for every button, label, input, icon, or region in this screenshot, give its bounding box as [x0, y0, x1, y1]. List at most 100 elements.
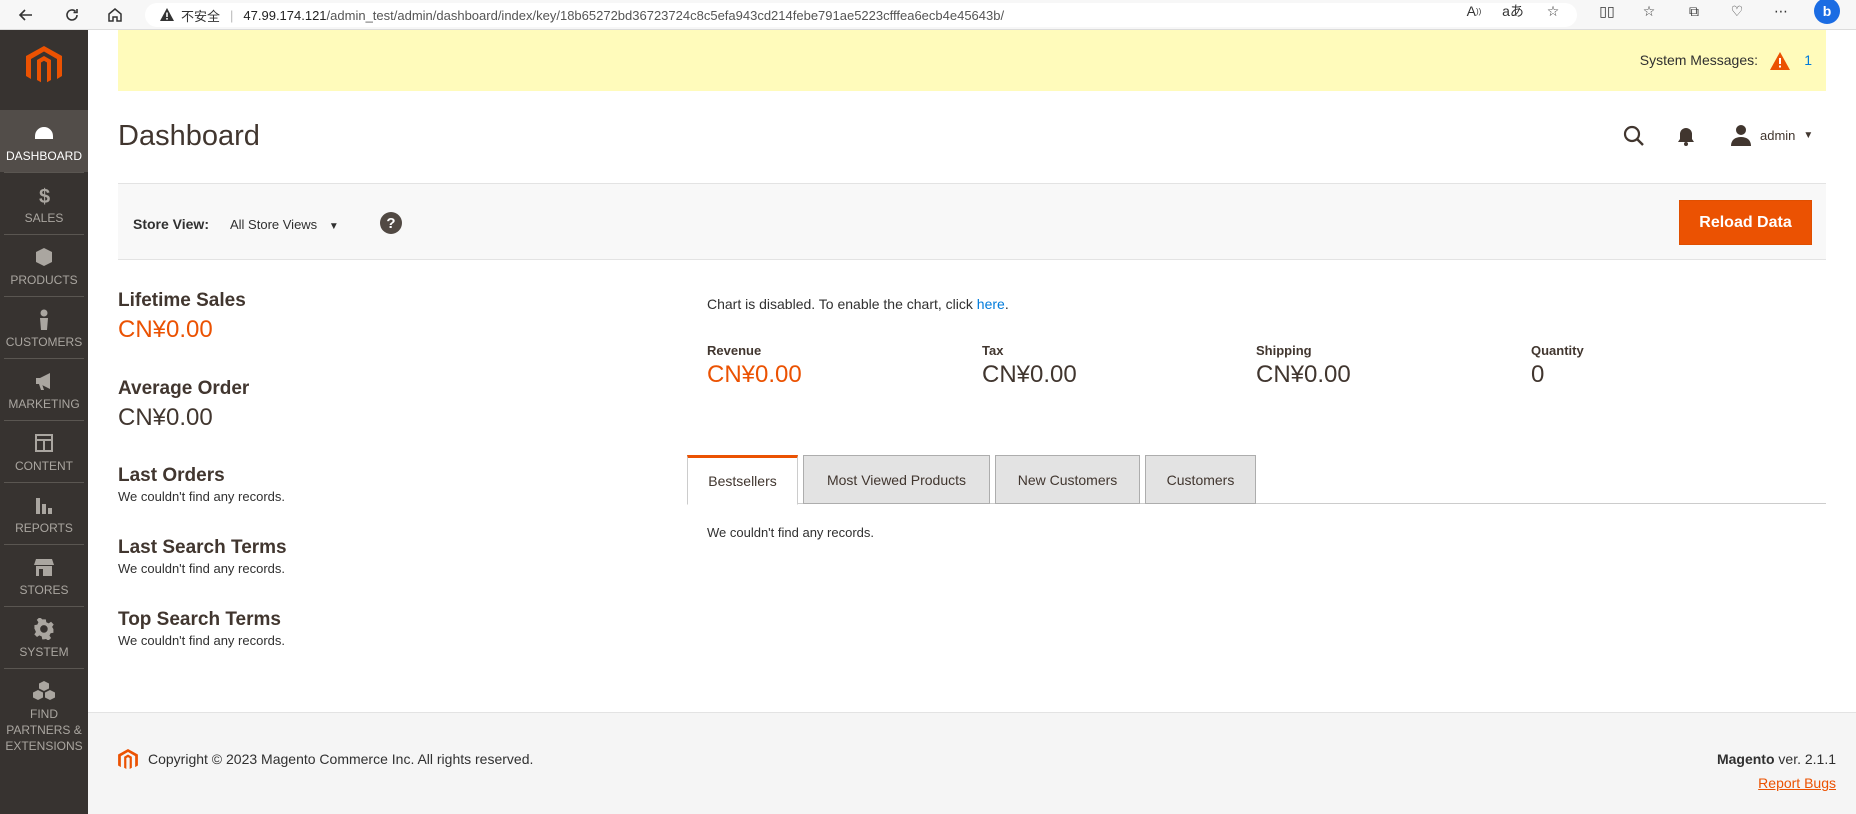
back-button[interactable]	[14, 3, 38, 27]
browser-toolbar: 不安全 | 47.99.174.121/admin_test/admin/das…	[0, 0, 1856, 30]
total-quantity: Quantity 0	[1531, 343, 1584, 389]
sidebar-item-label-line3: EXTENSIONS	[5, 739, 83, 753]
bar-chart-icon	[36, 498, 52, 514]
chevron-down-icon: ▼	[328, 221, 339, 232]
admin-user-menu[interactable]: admin ▼	[1730, 123, 1813, 147]
store-view-toolbar: Store View: All Store Views ▼ ? Reload D…	[118, 183, 1826, 260]
sidebar-item-label-line1: FIND	[30, 707, 58, 721]
browser-essentials-icon[interactable]: ♡	[1726, 0, 1748, 22]
lifetime-sales-value: CN¥0.00	[118, 316, 213, 343]
sidebar-item-label: CUSTOMERS	[5, 335, 83, 349]
sidebar-item-label: SALES	[24, 211, 64, 225]
reload-data-button[interactable]: Reload Data	[1679, 200, 1812, 245]
store-view-switcher[interactable]: All Store Views ▼	[230, 217, 339, 232]
tax-label: Tax	[982, 343, 1004, 358]
favorites-icon[interactable]: ☆	[1638, 0, 1660, 22]
admin-username: admin	[1760, 127, 1796, 143]
chevron-down-icon: ▼	[1803, 129, 1814, 141]
warning-icon	[160, 8, 174, 21]
sidebar-item-label: PRODUCTS	[10, 273, 78, 287]
sidebar-item-label-line2: PARTNERS &	[6, 723, 82, 737]
page-footer: Copyright © 2023 Magento Commerce Inc. A…	[88, 712, 1856, 814]
dollar-icon: $	[39, 186, 50, 206]
system-messages-label: System Messages:	[1639, 52, 1758, 68]
store-view-value: All Store Views	[230, 217, 318, 232]
sidebar-item-dashboard[interactable]: DASHBOARD	[0, 110, 88, 172]
tab-bestsellers[interactable]: Bestsellers	[687, 455, 798, 505]
sidebar-item-sales[interactable]: $ SALES	[0, 172, 88, 234]
system-messages-bar: System Messages: 1	[118, 30, 1826, 91]
home-button[interactable]	[103, 3, 127, 27]
sidebar-divider	[4, 668, 84, 669]
page-title: Dashboard	[118, 120, 260, 152]
read-aloud-icon[interactable]: A))	[1463, 0, 1485, 22]
sidebar-item-label: REPORTS	[15, 521, 73, 535]
sidebar-item-reports[interactable]: REPORTS	[0, 482, 88, 544]
megaphone-icon	[36, 373, 50, 390]
magento-version: Magento ver. 2.1.1	[1717, 751, 1836, 767]
box-icon	[36, 248, 52, 266]
sidebar-item-stores[interactable]: STORES	[0, 544, 88, 606]
notifications-bell-icon[interactable]	[1675, 125, 1697, 147]
sidebar-item-label: SYSTEM	[19, 645, 69, 659]
total-tax: Tax CN¥0.00	[982, 343, 1077, 389]
average-order-block: Average Order CN¥0.00	[118, 378, 249, 432]
home-icon	[108, 8, 122, 22]
gear-icon	[34, 618, 54, 640]
top-search-terms-empty: We couldn't find any records.	[118, 633, 285, 648]
quantity-value: 0	[1531, 361, 1545, 388]
tab-new-customers[interactable]: New Customers	[995, 455, 1140, 504]
translate-icon[interactable]: aあ	[1502, 0, 1524, 22]
top-search-terms-title: Top Search Terms	[118, 609, 281, 630]
report-bugs-link[interactable]: Report Bugs	[1758, 775, 1836, 791]
last-orders-empty: We couldn't find any records.	[118, 489, 285, 504]
dashboard-icon	[35, 127, 53, 139]
tax-value: CN¥0.00	[982, 361, 1077, 388]
layout-icon	[35, 434, 53, 452]
enable-chart-link[interactable]: here	[977, 296, 1005, 312]
search-icon[interactable]	[1622, 124, 1646, 148]
collections-icon[interactable]: ⧉	[1683, 0, 1705, 22]
magento-logo-icon[interactable]	[26, 46, 62, 86]
shipping-label: Shipping	[1256, 343, 1312, 358]
sidebar-item-customers[interactable]: CUSTOMERS	[0, 296, 88, 358]
last-orders-title: Last Orders	[118, 465, 225, 486]
more-menu-icon[interactable]: ⋯	[1770, 0, 1792, 22]
version-text: ver. 2.1.1	[1774, 751, 1836, 767]
lifetime-sales-title: Lifetime Sales	[118, 290, 246, 311]
revenue-label: Revenue	[707, 343, 762, 358]
split-screen-icon[interactable]: ▯▯	[1596, 0, 1618, 22]
url-host: 47.99.174.121	[243, 7, 327, 23]
storefront-icon	[34, 559, 54, 576]
top-search-terms-block: Top Search Terms We couldn't find any re…	[118, 609, 285, 648]
lifetime-sales-block: Lifetime Sales CN¥0.00	[118, 290, 246, 344]
quantity-label: Quantity	[1531, 343, 1584, 358]
shipping-value: CN¥0.00	[1256, 361, 1351, 388]
user-icon	[1731, 125, 1751, 146]
refresh-button[interactable]	[60, 3, 84, 27]
help-icon[interactable]: ?	[380, 212, 402, 234]
average-order-value: CN¥0.00	[118, 404, 213, 431]
sidebar-item-marketing[interactable]: MARKETING	[0, 358, 88, 420]
magento-logo-icon	[118, 749, 138, 769]
bing-copilot-icon[interactable]: b	[1814, 0, 1840, 24]
person-icon	[40, 309, 48, 330]
sidebar-item-label: CONTENT	[15, 459, 73, 473]
average-order-title: Average Order	[118, 378, 250, 399]
last-search-terms-block: Last Search Terms We couldn't find any r…	[118, 537, 287, 576]
insecure-label: 不安全	[181, 8, 221, 24]
last-search-terms-title: Last Search Terms	[118, 537, 287, 558]
sidebar-item-products[interactable]: PRODUCTS	[0, 234, 88, 296]
tab-customers[interactable]: Customers	[1145, 455, 1256, 504]
tab-most-viewed-products[interactable]: Most Viewed Products	[803, 455, 990, 504]
tab-empty-message: We couldn't find any records.	[707, 525, 874, 540]
system-messages-count[interactable]: 1	[1804, 52, 1812, 68]
sidebar-item-system[interactable]: SYSTEM	[0, 606, 88, 668]
refresh-icon	[66, 9, 78, 21]
sidebar-item-find-partners[interactable]: FIND PARTNERS & EXTENSIONS	[0, 670, 88, 762]
sidebar-item-content[interactable]: CONTENT	[0, 420, 88, 482]
warning-triangle-icon[interactable]	[1770, 52, 1790, 70]
address-bar[interactable]: 不安全 | 47.99.174.121/admin_test/admin/das…	[145, 3, 1577, 27]
total-revenue: Revenue CN¥0.00	[707, 343, 802, 389]
favorite-star-icon[interactable]: ☆	[1542, 0, 1564, 22]
